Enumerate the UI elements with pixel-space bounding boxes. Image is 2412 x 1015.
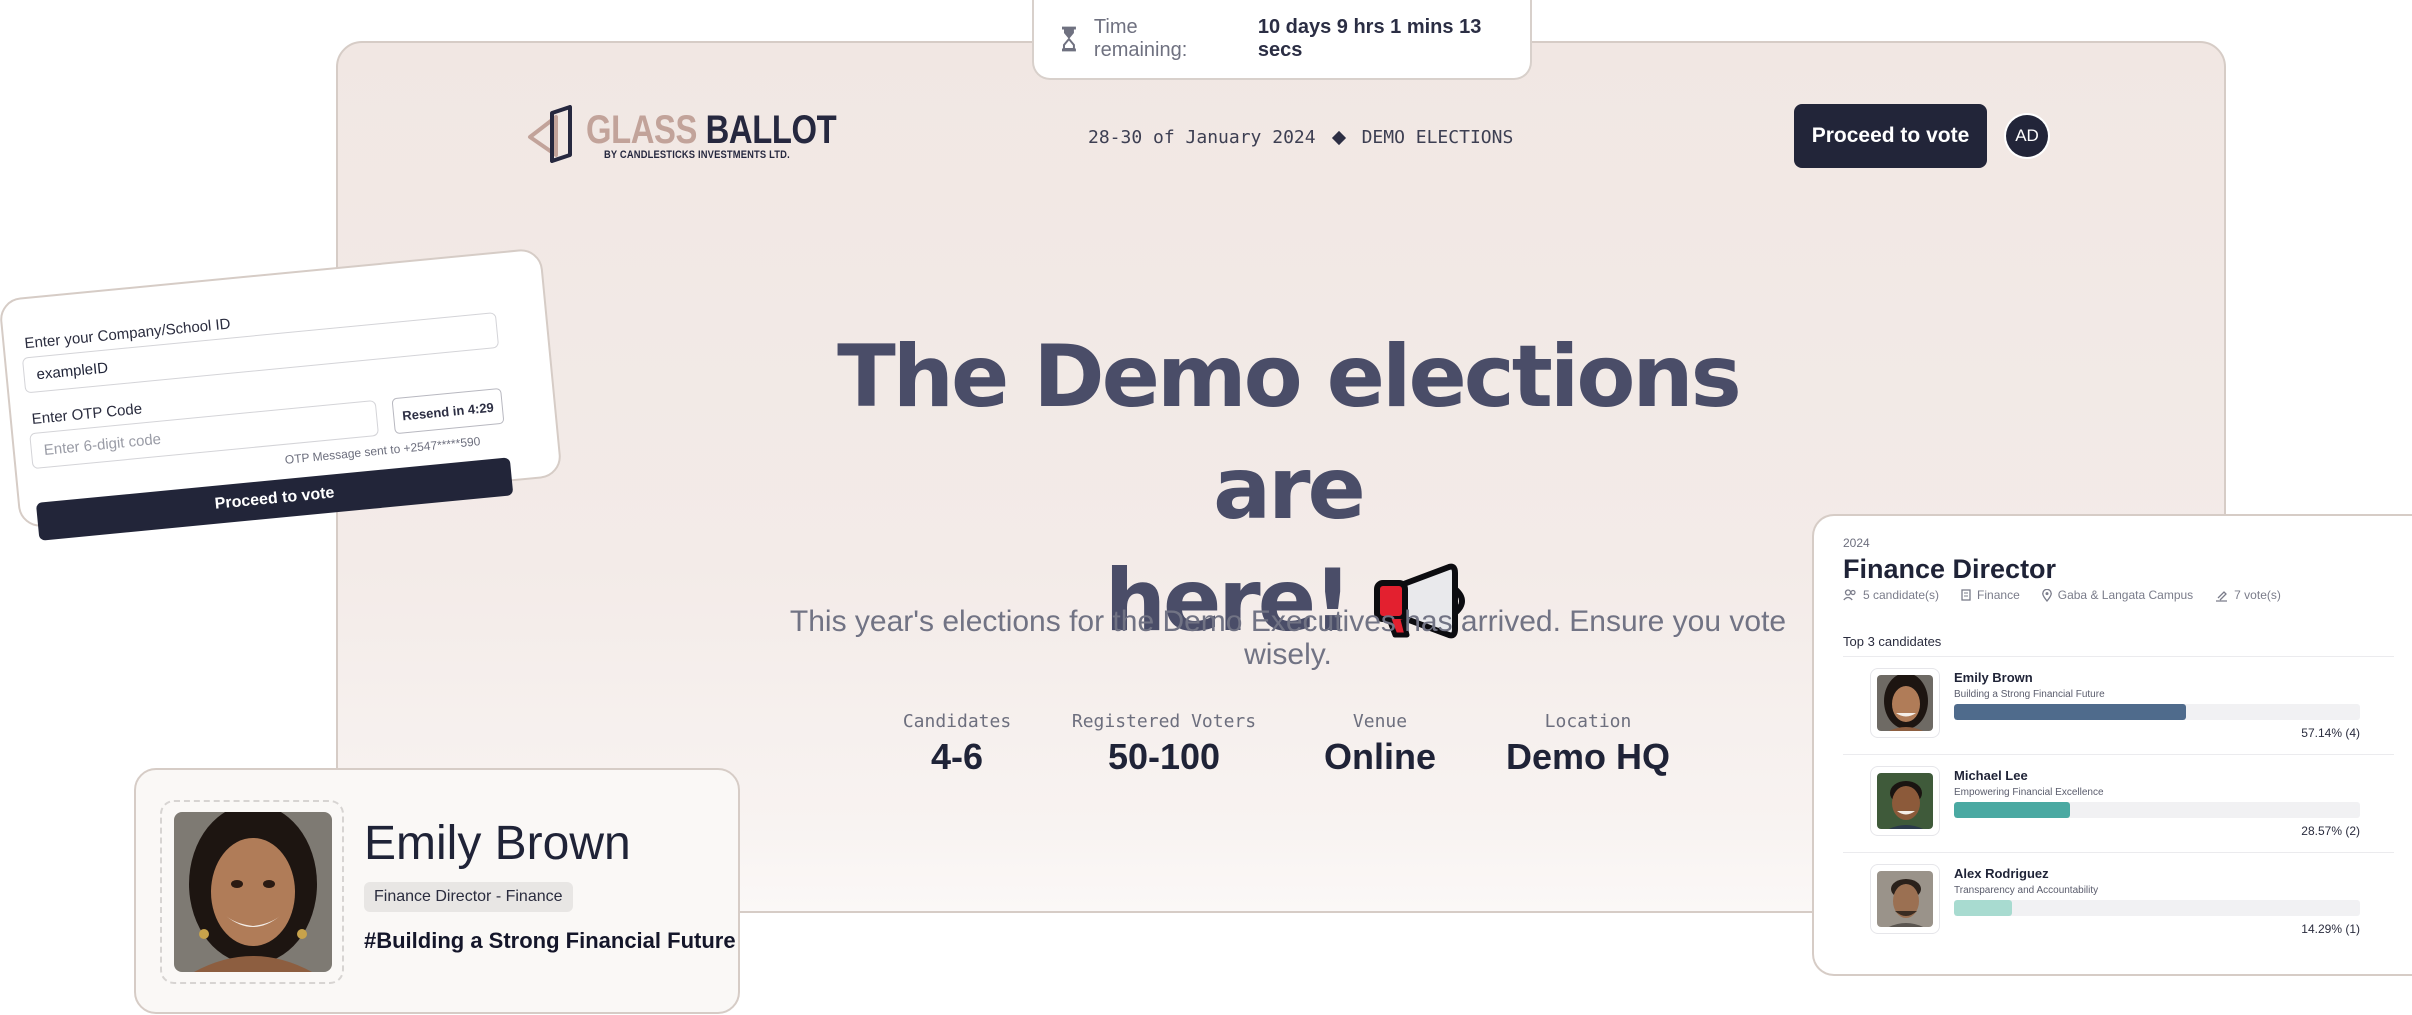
logo-word-glass: GLASS [586, 108, 697, 152]
meta-campus-text: Gaba & Langata Campus [2057, 588, 2194, 602]
event-dates: 28-30 of January 2024 [1088, 127, 1316, 148]
vote-share-percent: 57.14% (4) [2301, 726, 2360, 740]
stat-value: Demo HQ [1505, 736, 1671, 777]
result-candidate-name: Michael Lee [1954, 768, 2028, 783]
glass-ballot-logo[interactable]: GLASS BALLOT BY CANDLESTICKS INVESTMENTS… [526, 105, 837, 167]
hourglass-icon [1061, 26, 1076, 52]
event-name: DEMO ELECTIONS [1361, 127, 1514, 148]
meta-candidates-text: 5 candidate(s) [1863, 588, 1940, 602]
meta-campus: Gaba & Langata Campus [2041, 588, 2194, 602]
meta-department: Finance [1961, 588, 2020, 602]
result-row[interactable]: Alex Rodriguez Transparency and Accounta… [1870, 864, 2394, 952]
time-remaining-value: 10 days 9 hrs 1 mins 13 secs [1257, 16, 1482, 61]
divider [1843, 656, 2394, 657]
candidate-photo [174, 812, 332, 972]
candidate-thumbnail [1870, 864, 1940, 934]
featured-candidate-card[interactable]: Emily Brown Finance Director - Finance #… [134, 768, 740, 1014]
result-candidate-slogan: Empowering Financial Excellence [1954, 787, 2104, 798]
meta-candidates: 5 candidate(s) [1843, 588, 1939, 602]
event-meta: 28-30 of January 2024 DEMO ELECTIONS [1088, 127, 1513, 148]
candidate-thumbnail [1870, 766, 1940, 836]
stat-label: Location [1544, 711, 1632, 732]
candidate-portrait-icon [1877, 871, 1933, 927]
position-results-card[interactable]: 2024 Finance Director 5 candidate(s) Fin… [1812, 514, 2412, 976]
stat-label: Candidates [902, 711, 1012, 732]
meta-department-text: Finance [1977, 588, 2020, 602]
vote-share-bar [1954, 704, 2360, 720]
vote-share-fill [1954, 802, 2070, 818]
position-meta: 5 candidate(s) Finance Gaba & Langata Ca… [1843, 588, 2281, 602]
time-remaining-label: Time remaining: [1093, 16, 1188, 61]
meta-votes: 7 vote(s) [2215, 588, 2281, 602]
vote-share-percent: 28.57% (2) [2301, 824, 2360, 838]
candidate-role-badge: Finance Director - Finance [364, 882, 573, 912]
stat-value: 50-100 [1107, 736, 1221, 777]
results-year: 2024 [1843, 536, 1870, 550]
candidate-thumbnail [1870, 668, 1940, 738]
company-id-value: exampleID [35, 358, 109, 383]
vote-icon [2216, 590, 2228, 602]
vote-share-bar [1954, 802, 2360, 818]
user-avatar[interactable]: AD [2006, 115, 2048, 157]
position-title: Finance Director [1843, 554, 2057, 584]
stat-value: Online [1323, 736, 1436, 777]
resend-otp-button[interactable]: Resend in 4:29 [391, 387, 505, 435]
vote-share-percent: 14.29% (1) [2301, 922, 2360, 936]
result-candidate-name: Alex Rodriguez [1954, 866, 2049, 881]
stat-venue: Venue Online [1270, 711, 1490, 778]
result-candidate-slogan: Transparency and Accountability [1954, 885, 2099, 896]
company-id-input[interactable]: exampleID [21, 312, 500, 394]
users-icon [1843, 589, 1856, 601]
candidate-photo-frame [160, 800, 344, 984]
diamond-separator-icon [1331, 130, 1346, 145]
result-row[interactable]: Michael Lee Empowering Financial Excelle… [1870, 766, 2394, 854]
candidate-name: Emily Brown [364, 817, 631, 870]
divider [1843, 852, 2394, 853]
building-icon [1961, 589, 1971, 601]
result-candidate-slogan: Building a Strong Financial Future [1954, 689, 2105, 700]
candidate-slogan: #Building a Strong Financial Future [364, 928, 736, 953]
result-candidate-name: Emily Brown [1954, 670, 2033, 685]
top-candidates-heading: Top 3 candidates [1843, 634, 1942, 649]
stat-location: Location Demo HQ [1478, 711, 1698, 778]
ballot-logo-icon [528, 105, 572, 163]
headline-line-1: The Demo elections are [837, 327, 1742, 539]
stat-registered-voters: Registered Voters 50-100 [1054, 711, 1274, 778]
time-remaining-banner: Time remaining: 10 days 9 hrs 1 mins 13 … [1032, 0, 1532, 80]
otp-code-placeholder: Enter 6-digit code [43, 430, 162, 459]
stat-candidates: Candidates 4-6 [847, 711, 1067, 778]
otp-login-card: Enter your Company/School ID exampleID E… [0, 247, 563, 541]
candidate-portrait-icon [1877, 675, 1933, 731]
hero-subline: This year's elections for the Demo Execu… [789, 605, 1787, 671]
logo-wordmark: GLASS BALLOT [586, 108, 837, 152]
logo-word-ballot: BALLOT [705, 108, 837, 152]
vote-share-fill [1954, 900, 2013, 916]
stat-label: Venue [1352, 711, 1408, 732]
divider [1843, 754, 2394, 755]
result-row[interactable]: Emily Brown Building a Strong Financial … [1870, 668, 2394, 756]
stat-label: Registered Voters [1071, 711, 1257, 732]
map-pin-icon [2041, 588, 2052, 602]
proceed-to-vote-button[interactable]: Proceed to vote [1794, 104, 1987, 168]
candidate-portrait-icon [174, 812, 332, 972]
vote-share-fill [1954, 704, 2186, 720]
candidate-portrait-icon [1877, 773, 1933, 829]
stat-value: 4-6 [930, 736, 984, 777]
logo-subtitle: BY CANDLESTICKS INVESTMENTS LTD. [604, 149, 790, 161]
vote-share-bar [1954, 900, 2360, 916]
meta-votes-text: 7 vote(s) [2234, 588, 2281, 602]
